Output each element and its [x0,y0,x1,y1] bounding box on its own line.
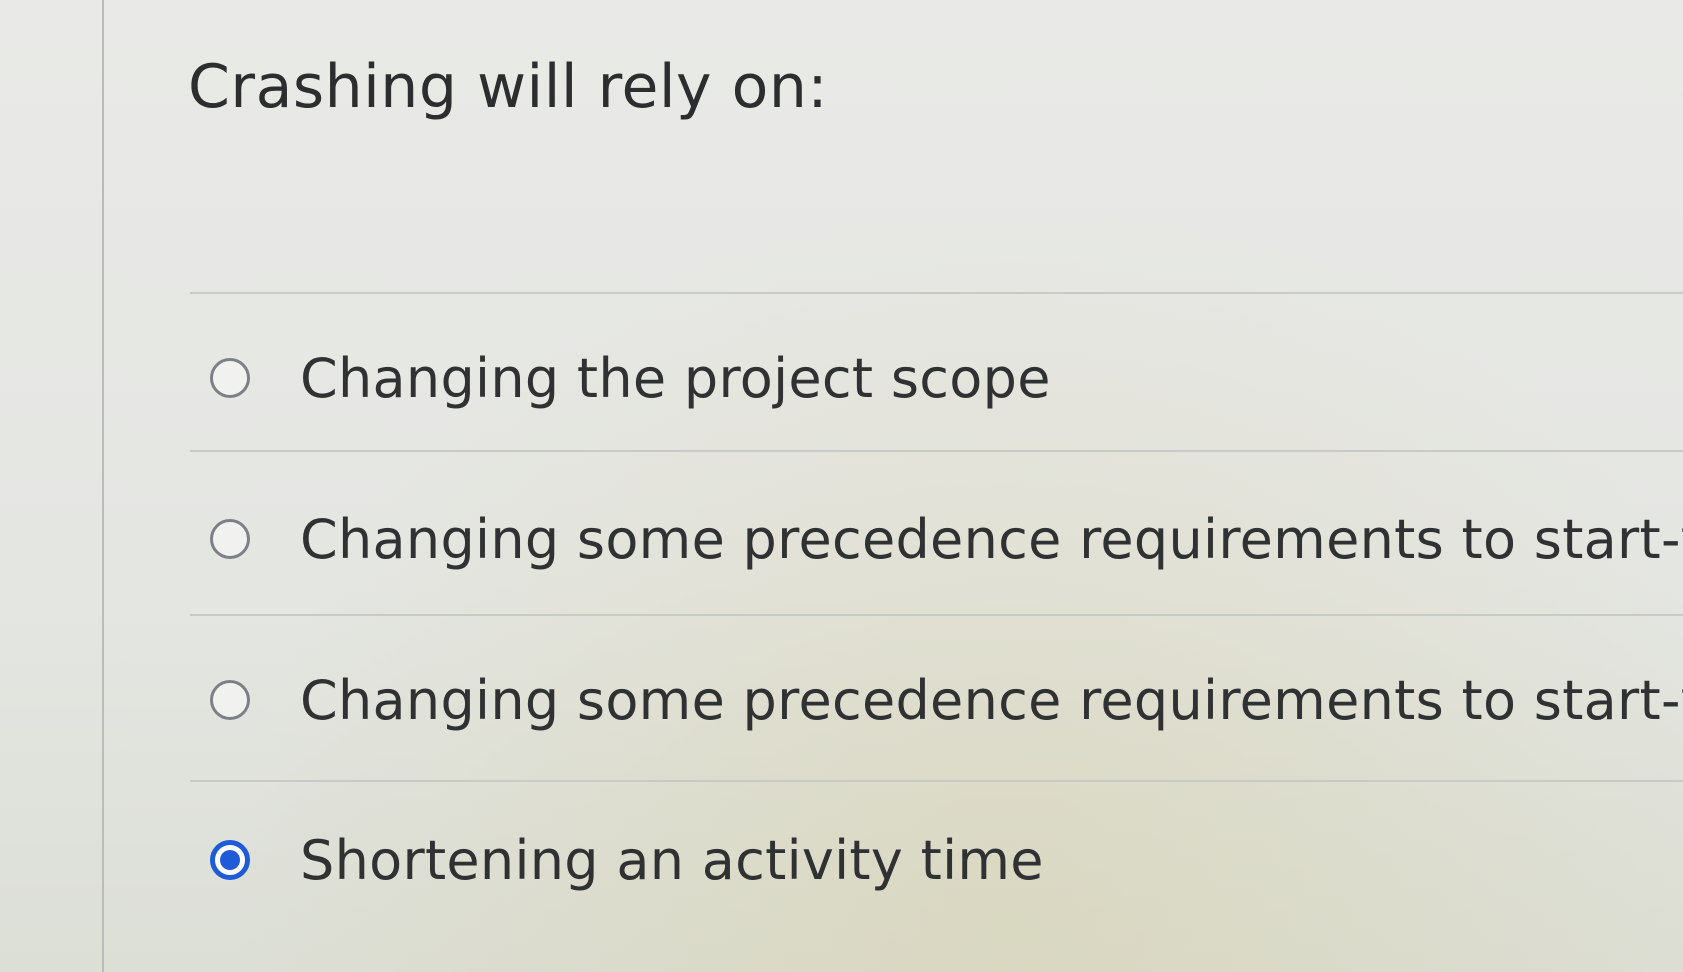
answer-label-1: Changing the project scope [300,346,1051,410]
quiz-question-panel: Crashing will rely on: Changing the proj… [0,0,1683,972]
radio-button-3[interactable] [210,680,250,720]
question-divider [190,292,1683,294]
radio-button-4-selected[interactable] [210,840,250,880]
radio-button-1[interactable] [210,358,250,398]
answer-divider-2 [190,614,1683,616]
radio-button-2[interactable] [210,519,250,559]
answer-option-4[interactable]: Shortening an activity time [210,820,1044,900]
answer-divider-3 [190,780,1683,782]
answer-label-2: Changing some precedence requirements to… [300,507,1683,571]
question-text: Crashing will rely on: [188,52,829,122]
answer-option-2[interactable]: Changing some precedence requirements to… [210,499,1683,579]
panel-left-border [102,0,104,972]
answer-divider-1 [190,450,1683,452]
answer-label-4: Shortening an activity time [300,828,1044,892]
answer-option-1[interactable]: Changing the project scope [210,338,1051,418]
answer-option-3[interactable]: Changing some precedence requirements to… [210,660,1683,740]
answer-label-3: Changing some precedence requirements to… [300,668,1683,732]
